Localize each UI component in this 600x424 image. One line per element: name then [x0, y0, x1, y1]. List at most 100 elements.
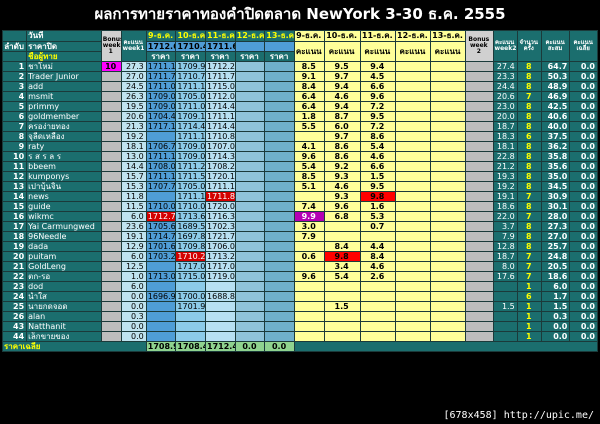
table-row: 7 ครอง่ายทอง 21.3 1717.1 1714.4 1714.4 5.5 6.0 7… [1, 121, 598, 132]
rank-cell: 1 [1, 61, 28, 72]
price-day9-cell: 1711.7 [145, 71, 177, 82]
player-name-cell: น้ำใส [26, 291, 102, 302]
total-score-cell: 64.7 [540, 61, 571, 72]
average-score-cell: 0.0 [569, 211, 598, 222]
page-title: ผลการทายราคาทองคำปิดตลาด NewYork 3-30 ธ.… [0, 0, 600, 28]
price-day11-cell: 1714.4 [205, 121, 236, 132]
score-week1-cell: 14.4 [120, 161, 147, 172]
bonus-week1-cell [100, 201, 122, 212]
average-score-cell: 0.0 [569, 181, 598, 192]
average-score-cell: 0.0 [569, 171, 598, 182]
bonus-week1-cell [100, 181, 122, 192]
bonus-week1-cell [100, 331, 122, 342]
bonus-week1-cell [100, 171, 122, 182]
score-day10-cell: 6.0 [323, 121, 361, 132]
score-day13-cell [429, 61, 467, 72]
header-day-10: 10-ธ.ค. [175, 30, 207, 42]
score-week2-cell [492, 321, 518, 332]
score-week2-cell: 7.9 [492, 231, 518, 242]
player-name-cell: ร ส ร ล ร [26, 151, 102, 162]
score-week1-cell: 27.3 [120, 61, 147, 72]
header-score-day-12: 12-ธ.ค. [394, 30, 431, 42]
bonus-week1-cell [100, 121, 122, 132]
price-day12-cell [234, 241, 266, 252]
score-day12-cell [394, 201, 431, 212]
price-day12-cell [234, 221, 266, 232]
score-day13-cell [429, 291, 467, 302]
score-week2-cell: 20.0 [492, 111, 518, 122]
score-week2-cell: 27.4 [492, 61, 518, 72]
bonus-week1-cell [100, 71, 122, 82]
price-day9-cell: 1712.7 [145, 211, 177, 222]
total-score-cell: 18.6 [540, 271, 571, 282]
score-day11-cell: 9.5 [359, 181, 396, 192]
price-day11-cell: 1720.0 [205, 201, 236, 212]
score-day12-cell [394, 191, 431, 202]
score-week1-cell: 15.7 [120, 171, 147, 182]
price-day11-cell: 1719.0 [205, 271, 236, 282]
bonus-week1-cell [100, 321, 122, 332]
score-day11-cell: 6.6 [359, 161, 396, 172]
header-price-label-10: ราคา [175, 51, 207, 62]
score-day11-cell: 6.6 [359, 81, 396, 92]
score-day10-cell: 9.7 [323, 131, 361, 142]
average-price-day11: 1712.4 [205, 341, 236, 352]
count-cell: 8 [516, 221, 542, 232]
count-cell: 1 [516, 331, 542, 342]
score-day11-cell [359, 301, 396, 312]
score-day10-cell: 9.5 [323, 61, 361, 72]
player-name-cell: ชาโหม่ [26, 61, 102, 72]
player-name-cell: GoldLeng [26, 261, 102, 272]
header-player-name: ชื่อผู้ทาย [26, 51, 102, 62]
header-total: คะแนนสะสม [540, 30, 571, 62]
price-day11-cell: 1714.3 [205, 151, 236, 162]
bonus-week2-cell [465, 301, 494, 312]
average-price-day9: 1708.9 [145, 341, 177, 352]
price-day13-cell [264, 321, 295, 332]
average-score-cell: 0.0 [569, 231, 598, 242]
player-name-cell: add [26, 81, 102, 92]
rank-cell: 44 [1, 331, 28, 342]
price-day11-cell [205, 321, 236, 332]
rank-cell: 23 [1, 281, 28, 292]
score-day10-cell: 6.8 [323, 211, 361, 222]
score-day13-cell [429, 261, 467, 272]
score-day9-cell [293, 281, 325, 292]
price-day13-cell [264, 71, 295, 82]
header-score-day-13: 13-ธ.ค. [429, 30, 467, 42]
score-day10-cell: 4.6 [323, 181, 361, 192]
close-price-11: 1711.6 [205, 41, 236, 52]
rank-cell: 20 [1, 251, 28, 262]
score-day13-cell [429, 141, 467, 152]
price-day9-cell: 1717.1 [145, 121, 177, 132]
count-cell: 8 [516, 121, 542, 132]
average-score-cell: 0.0 [569, 251, 598, 262]
score-week1-cell: 23.6 [120, 221, 147, 232]
score-week1-cell: 0.0 [120, 301, 147, 312]
table-row: 26 alan 0.3 1 0.3 0.0 [1, 311, 598, 322]
average-score-cell: 0.0 [569, 321, 598, 332]
price-day10-cell: 1709.1 [175, 111, 207, 122]
total-score-cell: 1.7 [540, 291, 571, 302]
price-day11-cell: 1711.1 [205, 181, 236, 192]
score-day9-cell [293, 131, 325, 142]
table-row: 20 puitam 6.0 1703.2 1710.2 1713.2 0.6 9.8 8.4 18… [1, 251, 598, 262]
price-day10-cell: 1709.0 [175, 141, 207, 152]
price-day13-cell [264, 211, 295, 222]
price-day11-cell: 1711.1 [205, 111, 236, 122]
player-name-cell: msmit [26, 91, 102, 102]
count-cell: 7 [516, 211, 542, 222]
price-day11-cell: 1714.4 [205, 101, 236, 112]
score-day11-cell: 7.2 [359, 121, 396, 132]
price-day9-cell: 1710.0 [145, 201, 177, 212]
price-day13-cell [264, 161, 295, 172]
price-day9-cell [145, 311, 177, 322]
price-day13-cell [264, 111, 295, 122]
score-day11-cell [359, 231, 396, 242]
price-day9-cell: 1704.4 [145, 111, 177, 122]
price-day11-cell: 1716.3 [205, 211, 236, 222]
bonus-week2-cell [465, 161, 494, 172]
score-day13-cell [429, 311, 467, 322]
score-day13-cell [429, 131, 467, 142]
score-week2-cell: 21.2 [492, 161, 518, 172]
